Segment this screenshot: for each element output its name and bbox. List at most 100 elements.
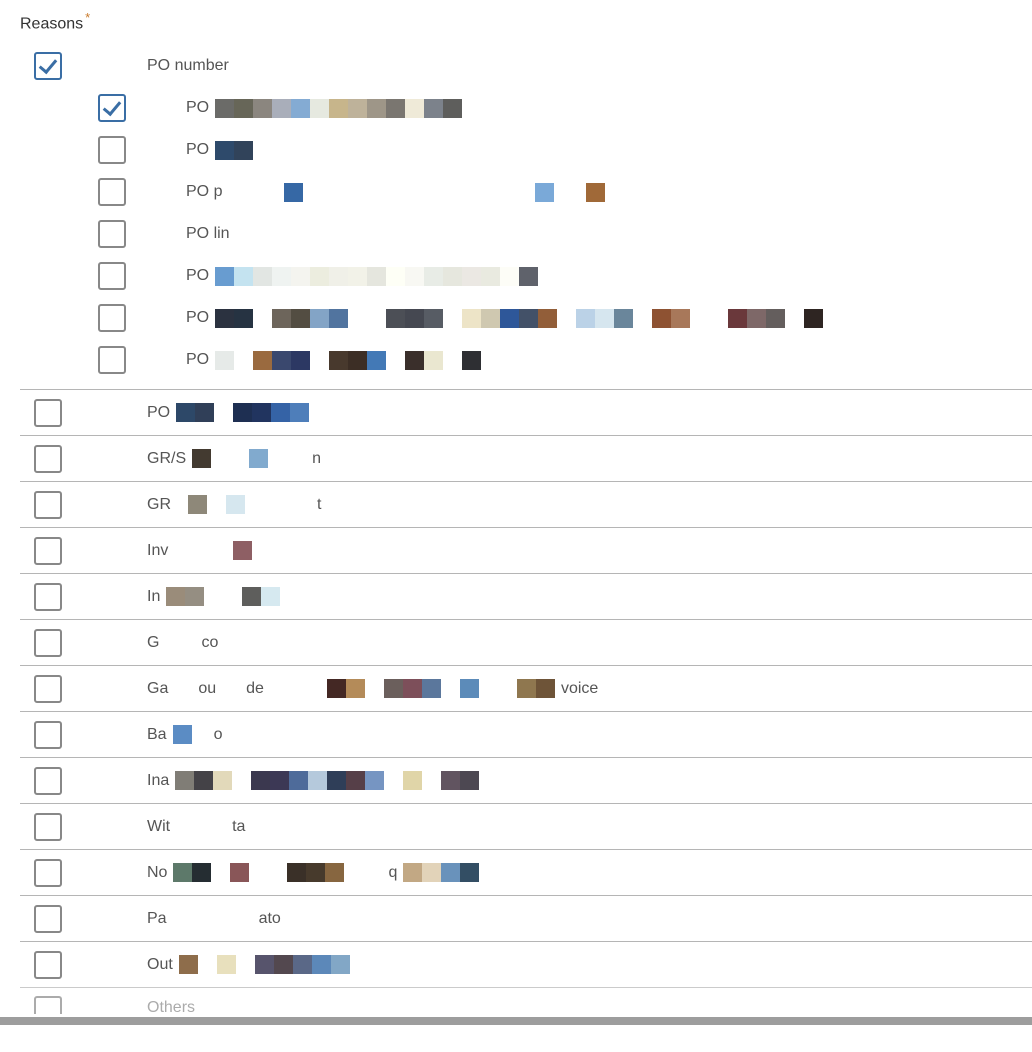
label-main-10-text: No	[147, 864, 167, 882]
label-main-9-mid: ta	[232, 818, 245, 836]
obscured-icon	[195, 541, 252, 560]
checkbox-sub-0[interactable]	[98, 94, 126, 122]
obscured-icon	[173, 725, 192, 744]
reason-sub-0: PO	[20, 87, 1032, 129]
obscured-icon	[215, 267, 538, 286]
obscured-icon	[188, 495, 245, 514]
reason-main-0: PO	[20, 389, 1032, 435]
checkbox-main-11[interactable]	[34, 905, 62, 933]
reason-po-number: PO number	[20, 45, 1032, 87]
label-main-5-suffix: co	[201, 634, 218, 652]
checkbox-main-5[interactable]	[34, 629, 62, 657]
label-sub-2: PO p	[186, 183, 605, 202]
obscured-icon	[176, 403, 309, 422]
label-main-6-text: Ga	[147, 680, 168, 698]
label-sub-4-text: PO	[186, 267, 209, 285]
reason-main-9: Wit ta	[20, 803, 1032, 849]
checkbox-main-4[interactable]	[34, 583, 62, 611]
label-others: Others	[147, 999, 195, 1017]
obscured-icon	[403, 863, 479, 882]
obscured-icon	[173, 863, 382, 882]
label-main-9-text: Wit	[147, 818, 170, 836]
checkbox-main-7[interactable]	[34, 721, 62, 749]
obscured-icon	[166, 587, 280, 606]
label-sub-5: PO	[186, 309, 823, 328]
label-main-9: Wit ta	[147, 818, 245, 836]
reason-main-5: G co	[20, 619, 1032, 665]
reason-sub-1: PO	[20, 129, 1032, 171]
obscured-icon	[179, 955, 350, 974]
checkbox-main-1[interactable]	[34, 445, 62, 473]
obscured-icon	[586, 183, 605, 202]
label-main-11: Pa ato	[147, 910, 281, 928]
label-main-10-suffix: q	[388, 864, 397, 882]
checkbox-main-6[interactable]	[34, 675, 62, 703]
label-sub-1: PO	[186, 141, 253, 160]
label-main-6-suffix: voice	[561, 680, 598, 698]
reason-sub-6: PO	[20, 339, 1032, 381]
required-star-icon: *	[85, 10, 90, 25]
reason-sub-5: PO	[20, 297, 1032, 339]
obscured-icon	[215, 99, 462, 118]
label-main-6-mid2: de	[246, 680, 264, 698]
reason-sub-2: PO p	[20, 171, 1032, 213]
checkbox-sub-5[interactable]	[98, 304, 126, 332]
obscured-icon	[192, 449, 306, 468]
reason-main-10: No q	[20, 849, 1032, 895]
label-sub-0-text: PO	[186, 99, 209, 117]
obscured-icon	[175, 771, 479, 790]
label-sub-4: PO	[186, 267, 538, 286]
label-main-12: Out	[147, 955, 350, 974]
checkbox-sub-3[interactable]	[98, 220, 126, 248]
label-sub-3: PO lin	[186, 225, 230, 243]
label-main-5: G co	[147, 634, 218, 652]
checkbox-main-8[interactable]	[34, 767, 62, 795]
checkbox-others[interactable]	[34, 996, 62, 1014]
checkbox-main-12[interactable]	[34, 951, 62, 979]
reason-main-11: Pa ato	[20, 895, 1032, 941]
label-main-1-suffix: n	[312, 450, 321, 468]
label-main-8-text: Ina	[147, 772, 169, 790]
checkbox-sub-1[interactable]	[98, 136, 126, 164]
label-sub-1-text: PO	[186, 141, 209, 159]
checkbox-main-2[interactable]	[34, 491, 62, 519]
obscured-icon	[215, 309, 823, 328]
obscured-icon	[535, 183, 554, 202]
label-main-1: GR/S n	[147, 449, 321, 468]
label-main-8: Ina	[147, 771, 479, 790]
reason-others: Others	[20, 987, 1032, 1017]
label-main-2-suffix: t	[317, 496, 321, 514]
checkbox-main-9[interactable]	[34, 813, 62, 841]
obscured-icon	[215, 141, 253, 160]
label-sub-6: PO	[186, 351, 481, 370]
label-main-11-suffix: ato	[259, 910, 281, 928]
label-main-6-mid: ou	[198, 680, 216, 698]
checkbox-main-0[interactable]	[34, 399, 62, 427]
obscured-icon	[270, 679, 555, 698]
reason-main-8: Ina	[20, 757, 1032, 803]
reason-sub-4: PO	[20, 255, 1032, 297]
checkbox-main-3[interactable]	[34, 537, 62, 565]
label-main-6: Ga ou de voice	[147, 679, 598, 698]
reason-main-7: Ba o	[20, 711, 1032, 757]
label-sub-3-text: PO lin	[186, 225, 230, 243]
label-sub-0: PO	[186, 99, 462, 118]
reason-main-1: GR/S n	[20, 435, 1032, 481]
checkbox-main-10[interactable]	[34, 859, 62, 887]
label-main-10: No q	[147, 863, 479, 882]
label-main-0: PO	[147, 403, 309, 422]
checkbox-sub-6[interactable]	[98, 346, 126, 374]
label-main-7: Ba o	[147, 725, 222, 744]
checkbox-sub-4[interactable]	[98, 262, 126, 290]
section-label: Reasons*	[20, 10, 1032, 33]
label-main-7-text: Ba	[147, 726, 167, 744]
reason-main-2: GR t	[20, 481, 1032, 527]
checkbox-sub-2[interactable]	[98, 178, 126, 206]
reason-main-12: Out	[20, 941, 1032, 987]
obscured-icon	[215, 351, 481, 370]
reason-main-3: Inv	[20, 527, 1032, 573]
checkbox-po-number[interactable]	[34, 52, 62, 80]
reason-main-6: Ga ou de voice	[20, 665, 1032, 711]
label-po-number: PO number	[147, 57, 229, 75]
label-main-3: Inv	[147, 541, 252, 560]
